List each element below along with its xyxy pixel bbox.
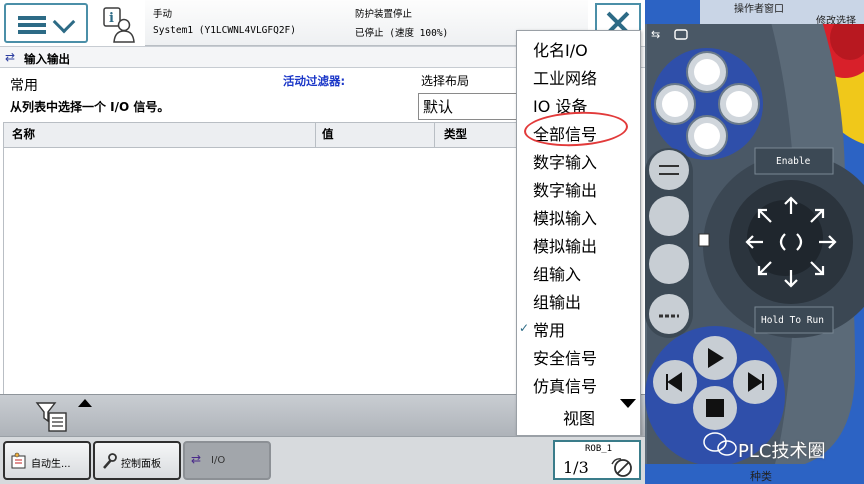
- layout-label: 选择布局: [421, 74, 470, 88]
- hold-to-run-label: Hold To Run: [761, 315, 824, 326]
- view-down-arrow-icon[interactable]: [620, 399, 636, 408]
- view-dropdown-menu: 化名I/O 工业网络 IO 设备 全部信号 数字输入 数字输出 模拟输入 模拟输…: [516, 30, 641, 436]
- column-value[interactable]: 值: [322, 126, 334, 142]
- operator-window-bar: 操作者窗口 修改选择: [700, 0, 864, 27]
- menu-item-digital-output[interactable]: 数字输出: [533, 177, 597, 201]
- svg-text:⇆: ⇆: [651, 28, 660, 41]
- category-caption: 种类: [750, 470, 772, 483]
- hamburger-line: [18, 23, 46, 27]
- chevron-down-icon: [52, 10, 76, 34]
- joystick-indicator: [698, 233, 710, 247]
- auto-production-icon: [11, 452, 26, 469]
- hamburger-line: [18, 30, 46, 34]
- menu-item-digital-input[interactable]: 数字输入: [533, 149, 597, 173]
- menu-item-analog-output[interactable]: 模拟输出: [533, 233, 597, 257]
- task-io[interactable]: ⇄ I/O: [183, 441, 271, 480]
- active-filter-label: 活动过滤器:: [283, 74, 346, 88]
- category-label: 常用: [10, 78, 38, 94]
- menu-item-group-output[interactable]: 组输出: [533, 289, 581, 313]
- speed-fraction: 1/3: [563, 458, 589, 477]
- checkmark-icon: ✓: [519, 321, 530, 335]
- operator-window-text: 操作者窗口: [734, 4, 784, 15]
- svg-text:i: i: [109, 11, 114, 26]
- jog-mode-buttons[interactable]: [645, 148, 693, 338]
- pendant-hardware: ⇆: [645, 24, 864, 464]
- column-name[interactable]: 名称: [12, 126, 35, 142]
- menu-item-common[interactable]: 常用: [533, 317, 565, 341]
- robot-name: ROB_1: [585, 444, 613, 454]
- column-type[interactable]: 类型: [444, 126, 467, 142]
- menu-item-safety-signals[interactable]: 安全信号: [533, 345, 597, 369]
- task-label: I/O: [211, 455, 226, 466]
- table-header: 名称 值 类型: [3, 122, 518, 148]
- io-icon: ⇄: [191, 452, 202, 466]
- menu-item-simulated-signals[interactable]: 仿真信号: [533, 373, 597, 397]
- task-label: 自动生...: [31, 459, 71, 470]
- layout-select[interactable]: 默认: [418, 93, 518, 120]
- watermark-text: PLC技术圈: [738, 441, 826, 462]
- view-button[interactable]: 视图: [563, 405, 595, 429]
- page-title: 输入输出: [24, 52, 70, 66]
- taskbar: 自动生... 控制面板 ⇄ I/O: [0, 436, 645, 484]
- scroll-up-icon[interactable]: [78, 399, 92, 407]
- task-control-panel[interactable]: 控制面板: [93, 441, 181, 480]
- system-name: System1 (Y1LCWNL4VLGFQ2F): [153, 25, 296, 36]
- column-divider: [315, 123, 316, 147]
- safety-status: 防护装置停止: [355, 9, 413, 20]
- menu-item-alias-io[interactable]: 化名I/O: [533, 37, 588, 61]
- filter-icon[interactable]: [35, 399, 69, 433]
- menu-item-industrial-network[interactable]: 工业网络: [533, 65, 597, 89]
- quickset-button[interactable]: ROB_1 1/3: [553, 440, 641, 480]
- enable-label: Enable: [776, 156, 811, 167]
- column-divider: [434, 123, 435, 147]
- io-icon: ⇄: [5, 50, 16, 64]
- mode-text: 手动: [153, 9, 173, 20]
- hamburger-icon: [18, 16, 46, 20]
- wrench-icon: [103, 453, 117, 469]
- menu-item-analog-input[interactable]: 模拟输入: [533, 205, 597, 229]
- signal-list[interactable]: [3, 148, 518, 394]
- task-label: 控制面板: [121, 459, 161, 470]
- task-auto-production[interactable]: 自动生...: [3, 441, 91, 480]
- abb-menu-button[interactable]: [4, 3, 88, 43]
- increment-icon: [611, 458, 632, 477]
- operator-info-icon[interactable]: i: [101, 6, 137, 44]
- hint-text: 从列表中选择一个 I/O 信号。: [10, 100, 170, 114]
- menu-item-group-input[interactable]: 组输入: [533, 261, 581, 285]
- run-state: 已停止 (速度 100%): [355, 28, 449, 39]
